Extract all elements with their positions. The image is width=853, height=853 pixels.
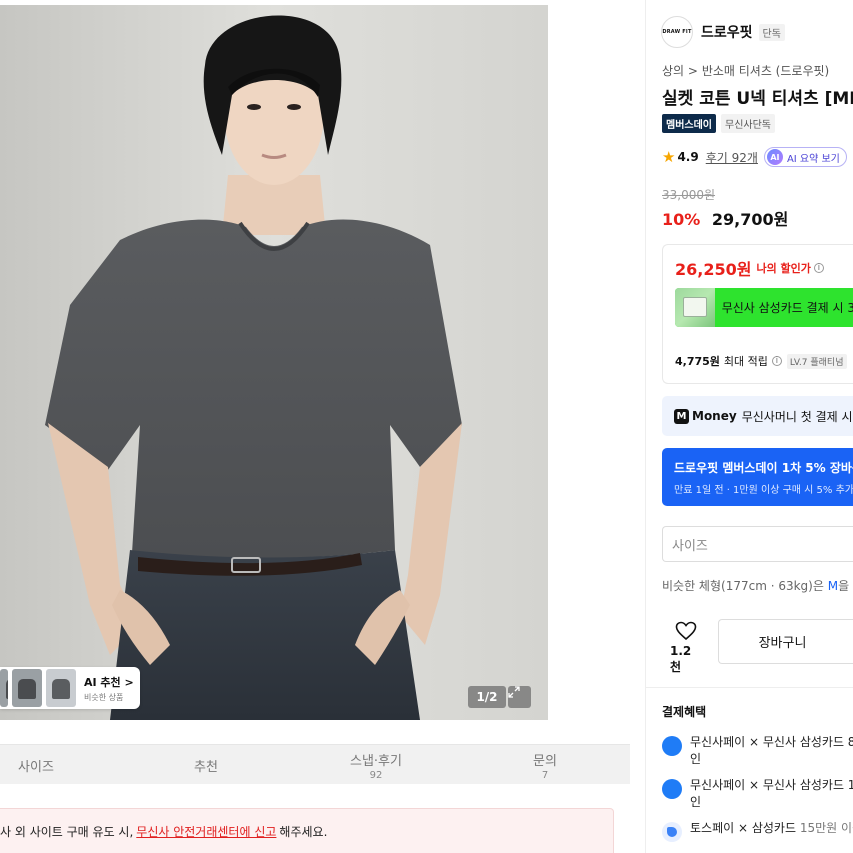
original-price: 33,000원 — [662, 188, 716, 202]
payment-benefit-row[interactable]: 토스페이 × 삼성카드 15만원 이상 — [662, 820, 853, 842]
payment-benefit-row[interactable]: 무신사페이 × 무신사 삼성카드 8 인 — [662, 734, 853, 768]
safety-center-link[interactable]: 무신사 안전거래센터에 신고 — [136, 823, 276, 840]
reward-label: 최대 적립 — [723, 355, 768, 368]
money-icon: M — [674, 408, 689, 424]
coupon-title: 드로우핏 멤버스데이 1차 5% 장바구 — [674, 461, 853, 475]
product-title: 실켓 코튼 U넥 티셔츠 [MEL — [662, 89, 853, 109]
model-photo-illustration — [0, 5, 548, 720]
ai-recommend-subtitle: 비슷한 상품 — [84, 692, 124, 702]
panel-divider — [645, 0, 646, 853]
add-to-cart-button[interactable]: 장바구니 — [718, 619, 853, 664]
expand-icon[interactable] — [508, 686, 531, 708]
brand-logo: DRAW FIT — [661, 16, 693, 48]
musinsa-money-banner[interactable]: M Money 무신사머니 첫 결제 시 — [662, 396, 853, 436]
rating-row: ★ 4.9 후기 92개 AI AI 요약 보기 — [662, 147, 847, 167]
product-photo[interactable]: AI 추천 > 비슷한 상품 1/2 — [0, 5, 548, 720]
ai-icon: AI — [766, 149, 783, 165]
brand-tag: 단독 — [758, 23, 785, 41]
my-discount-price: 26,250원 나의 할인가 i — [675, 256, 824, 280]
chevron-right-icon: > — [124, 675, 134, 689]
fit-prefix: 비슷한 체형(177cm · 63kg)은 — [662, 579, 824, 593]
benefit-line: 토스페이 × 삼성카드 — [690, 821, 797, 835]
breadcrumb: 상의 > 반소매 티셔츠 (드로우핏) — [662, 62, 829, 79]
tab-size[interactable]: 사이즈 — [0, 745, 72, 785]
tab-inquiry[interactable]: 문의 7 — [509, 745, 581, 785]
card-promo-text: 무신사 삼성카드 결제 시 3 — [721, 301, 853, 315]
notice-suffix: 해주세요. — [279, 824, 328, 839]
coupon-subtitle: 만료 1일 전 · 1만원 이상 구매 시 5% 추가 — [674, 485, 853, 496]
tab-count: 7 — [541, 769, 549, 781]
thumbnail-image[interactable] — [12, 669, 42, 707]
benefit-line: 인 — [690, 795, 702, 809]
brand-name[interactable]: 드로우핏 — [701, 22, 753, 42]
tab-label: 스냅·후기 — [350, 753, 402, 769]
sale-price: 29,700원 — [711, 210, 789, 229]
tab-label: 문의 — [533, 753, 557, 769]
product-page: AI 추천 > 비슷한 상품 1/2 사이즈 추천 스냅·후기 92 문의 7 … — [0, 0, 853, 853]
tab-label: 사이즈 — [18, 759, 54, 775]
member-day-coupon-banner[interactable]: 드로우핏 멤버스데이 1차 5% 장바구 만료 1일 전 · 1만원 이상 구매… — [662, 448, 853, 506]
toss-pay-icon — [662, 822, 682, 842]
tab-label: 추천 — [194, 759, 218, 775]
rating-score: 4.9 — [677, 150, 699, 164]
size-select[interactable]: 사이즈 — [662, 526, 853, 562]
breadcrumb-item[interactable]: 상의 — [662, 64, 684, 78]
image-counter: 1/2 — [468, 686, 506, 708]
reviews-link[interactable]: 후기 92개 — [706, 149, 758, 166]
discount-percent: 10% — [662, 210, 701, 229]
safety-notice: 사 외 사이트 구매 유도 시, 무신사 안전거래센터에 신고 해주세요. — [0, 808, 614, 853]
fit-suffix: 을 구 — [838, 579, 853, 593]
brand-header[interactable]: DRAW FIT 드로우핏 단독 — [661, 16, 785, 48]
notice-prefix: 사 외 사이트 구매 유도 시, — [0, 824, 134, 839]
exclusive-badge: 무신사단독 — [721, 114, 775, 133]
thumbnail-image[interactable] — [46, 669, 76, 707]
benefit-line: 무신사페이 × 무신사 삼성카드 8 — [690, 735, 853, 749]
breadcrumb-item[interactable]: 반소매 티셔츠 (드로우핏) — [702, 64, 829, 78]
product-tabs: 사이즈 추천 스냅·후기 92 문의 7 — [0, 744, 630, 784]
info-icon[interactable]: i — [813, 263, 824, 273]
section-divider — [646, 687, 853, 688]
chevron-right-icon: > — [687, 64, 698, 78]
product-badges: 멤버스데이 무신사단독 — [662, 114, 775, 133]
money-text: 무신사머니 첫 결제 시 — [741, 409, 853, 424]
tab-count: 92 — [369, 769, 383, 781]
sale-price-row: 10% 29,700원 — [662, 206, 788, 230]
reward-amount: 4,775원 — [675, 355, 720, 368]
member-day-badge: 멤버스데이 — [662, 114, 716, 133]
samsung-card-promo[interactable]: 무신사 삼성카드 결제 시 3 — [675, 288, 853, 327]
payment-benefit-row[interactable]: 무신사페이 × 무신사 삼성카드 10 인 — [662, 777, 853, 811]
tab-recommend[interactable]: 추천 — [170, 745, 242, 785]
heart-icon — [675, 621, 697, 641]
payment-benefits-title: 결제혜택 — [662, 705, 707, 719]
ai-summary-label: AI 요약 보기 — [786, 153, 840, 165]
samsung-card-icon — [662, 779, 682, 799]
like-button[interactable]: 1.2천 — [670, 621, 702, 675]
benefit-line: 무신사페이 × 무신사 삼성카드 10 — [690, 778, 853, 792]
my-price-label: 나의 할인가 — [756, 262, 811, 275]
ai-summary-button[interactable]: AI AI 요약 보기 — [763, 147, 847, 167]
thumbnail-strip: AI 추천 > 비슷한 상품 — [0, 667, 140, 709]
benefit-line: 인 — [690, 752, 702, 766]
card-promo-image — [675, 288, 715, 327]
tab-snap-review[interactable]: 스냅·후기 92 — [340, 745, 412, 785]
benefit-condition: 15만원 이상 — [799, 821, 853, 835]
info-icon[interactable]: i — [771, 356, 782, 366]
money-brand: Money — [692, 409, 737, 423]
fit-recommendation: 비슷한 체형(177cm · 63kg)은 M을 구 — [662, 577, 853, 594]
like-count: 1.2천 — [670, 644, 692, 674]
star-icon: ★ — [662, 148, 676, 166]
samsung-card-icon — [662, 736, 682, 756]
ai-recommend-title: AI 추천 — [84, 675, 121, 689]
thumbnail-image[interactable] — [0, 669, 8, 707]
my-price-value: 26,250원 — [675, 260, 752, 279]
member-level-badge: LV.7 플래티넘 — [786, 353, 847, 369]
reward-row: 4,775원 최대 적립 i LV.7 플래티넘 — [675, 353, 847, 369]
ai-recommend-link[interactable]: AI 추천 > 비슷한 상품 — [84, 674, 134, 703]
fit-size: M — [827, 579, 839, 593]
